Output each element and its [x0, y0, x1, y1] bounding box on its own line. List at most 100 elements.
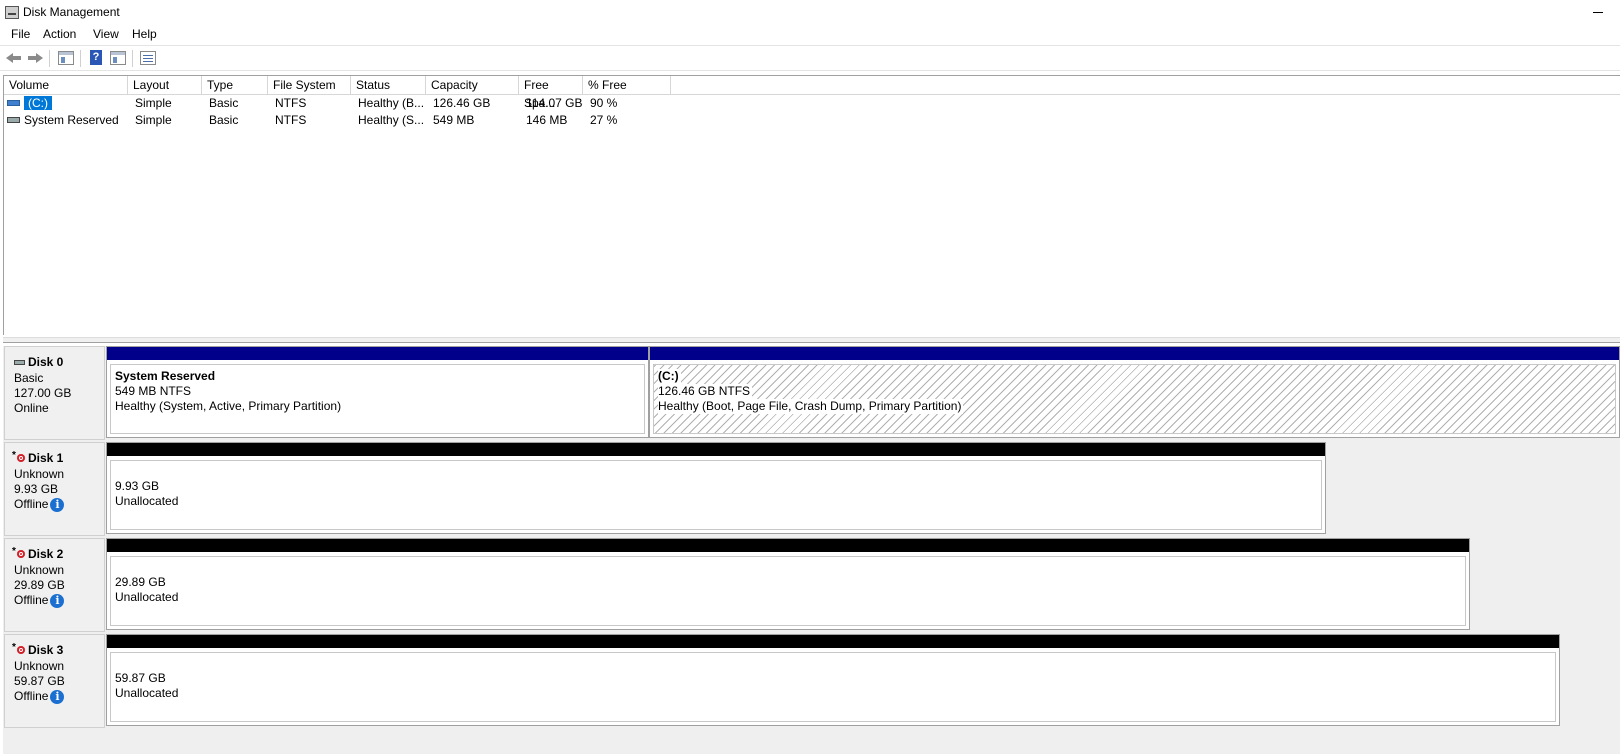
- table-row[interactable]: (C:) Simple Basic NTFS Healthy (B... 126…: [4, 95, 1620, 112]
- type-cell: Basic: [209, 96, 239, 110]
- disk-name: Disk 1: [28, 451, 64, 465]
- column-layout[interactable]: Layout: [128, 76, 202, 94]
- disk-1-row: Disk 1 Unknown 9.93 GB Offlinei 9.93 GB …: [3, 442, 1620, 538]
- unallocated-bar: [107, 635, 1559, 648]
- disk-status: Online: [14, 401, 49, 415]
- disk-size: 59.87 GB: [14, 674, 65, 688]
- info-icon[interactable]: i: [50, 593, 65, 608]
- file-system-cell: NTFS: [275, 96, 307, 110]
- column-status[interactable]: Status: [351, 76, 426, 94]
- properties-list-icon[interactable]: [140, 51, 156, 65]
- disk-icon: [14, 360, 25, 366]
- disk-graphical-view: Disk 0 Basic 127.00 GB Online System Res…: [3, 346, 1620, 754]
- free-space-cell: 146 MB: [526, 113, 568, 127]
- disk-size: 9.93 GB: [14, 482, 59, 496]
- disk-2-label[interactable]: Disk 2 Unknown 29.89 GB Offlinei: [4, 538, 105, 632]
- disk-management-app-icon: [5, 6, 19, 19]
- forward-arrow-icon[interactable]: [26, 50, 44, 66]
- menu-action[interactable]: Action: [40, 27, 79, 41]
- partition-status: Healthy (Boot, Page File, Crash Dump, Pr…: [658, 399, 964, 414]
- offline-disk-icon: [12, 546, 26, 559]
- disk-type: Basic: [14, 371, 44, 385]
- volume-name[interactable]: (C:): [24, 96, 52, 110]
- menu-bar: File Action View Help: [0, 24, 1620, 45]
- offline-disk-icon: [12, 642, 26, 655]
- disk-name: Disk 3: [28, 643, 64, 657]
- column-volume[interactable]: Volume: [4, 76, 128, 94]
- capacity-cell: 126.46 GB: [433, 96, 491, 110]
- menu-file[interactable]: File: [8, 27, 33, 41]
- disk-2-row: Disk 2 Unknown 29.89 GB Offlinei 29.89 G…: [3, 538, 1620, 634]
- info-icon[interactable]: i: [50, 497, 65, 512]
- primary-partition-bar: [107, 347, 648, 360]
- pane-splitter[interactable]: [3, 337, 1620, 343]
- partition-size: 126.46 GB NTFS: [658, 384, 753, 399]
- unallocated-space[interactable]: 59.87 GB Unallocated: [106, 634, 1560, 726]
- window-title: Disk Management: [23, 5, 120, 19]
- menu-view[interactable]: View: [90, 27, 122, 41]
- info-icon[interactable]: i: [50, 689, 65, 704]
- primary-partition-bar: [650, 347, 1619, 360]
- disk-name: Disk 2: [28, 547, 64, 561]
- selected-partition-hatch: (C:) 126.46 GB NTFS Healthy (Boot, Page …: [653, 364, 1616, 434]
- show-hide-action-pane-icon[interactable]: [110, 51, 126, 65]
- partition-status: Healthy (System, Active, Primary Partiti…: [115, 399, 342, 413]
- disk-size: 127.00 GB: [14, 386, 72, 400]
- unallocated-space[interactable]: 9.93 GB Unallocated: [106, 442, 1326, 534]
- disk-type: Unknown: [14, 659, 65, 673]
- type-cell: Basic: [209, 113, 239, 127]
- disk-0-row: Disk 0 Basic 127.00 GB Online System Res…: [3, 346, 1620, 442]
- layout-cell: Simple: [135, 96, 172, 110]
- disk-status: Offline: [14, 497, 49, 511]
- toolbar-separator: [49, 50, 50, 67]
- unallocated-bar: [107, 443, 1325, 456]
- unallocated-label: Unallocated: [115, 686, 179, 700]
- column-free-space[interactable]: Free Spa...: [519, 76, 583, 110]
- toolbar-separator: [80, 50, 81, 67]
- status-cell: Healthy (S...: [358, 113, 425, 127]
- show-hide-console-tree-icon[interactable]: [58, 51, 74, 65]
- disk-type: Unknown: [14, 563, 65, 577]
- column-type[interactable]: Type: [202, 76, 268, 94]
- partition-title: (C:): [658, 369, 681, 384]
- title-bar: Disk Management: [0, 0, 1620, 24]
- partition-c-drive[interactable]: (C:) 126.46 GB NTFS Healthy (Boot, Page …: [649, 346, 1620, 438]
- file-system-cell: NTFS: [275, 113, 307, 127]
- unallocated-bar: [107, 539, 1469, 552]
- toolbar-separator: [132, 50, 133, 67]
- disk-name: Disk 0: [28, 355, 64, 369]
- partition-title: System Reserved: [115, 369, 216, 383]
- menu-help[interactable]: Help: [129, 27, 160, 41]
- column-file-system[interactable]: File System: [268, 76, 351, 94]
- minimize-button[interactable]: [1588, 3, 1608, 19]
- partition-size: 549 MB NTFS: [115, 384, 192, 398]
- disk-status: Offline: [14, 593, 49, 607]
- unallocated-size: 9.93 GB: [115, 479, 160, 493]
- help-icon[interactable]: ?: [90, 50, 102, 65]
- unallocated-size: 59.87 GB: [115, 671, 166, 685]
- unallocated-space[interactable]: 29.89 GB Unallocated: [106, 538, 1470, 630]
- back-arrow-icon[interactable]: [5, 50, 23, 66]
- column-capacity[interactable]: Capacity: [426, 76, 519, 94]
- volume-name[interactable]: System Reserved: [19, 112, 128, 129]
- volume-list: Volume Layout Type File System Status Ca…: [3, 75, 1620, 335]
- layout-cell: Simple: [135, 113, 172, 127]
- toolbar: ?: [0, 45, 1620, 71]
- disk-0-label[interactable]: Disk 0 Basic 127.00 GB Online: [4, 346, 105, 440]
- table-row[interactable]: System Reserved Simple Basic NTFS Health…: [4, 112, 1620, 129]
- disk-type: Unknown: [14, 467, 65, 481]
- unallocated-label: Unallocated: [115, 590, 179, 604]
- status-cell: Healthy (B...: [358, 96, 425, 110]
- capacity-cell: 549 MB: [433, 113, 475, 127]
- column-percent-free[interactable]: % Free: [583, 76, 671, 94]
- disk-3-label[interactable]: Disk 3 Unknown 59.87 GB Offlinei: [4, 634, 105, 728]
- disk-status: Offline: [14, 689, 49, 703]
- unallocated-label: Unallocated: [115, 494, 179, 508]
- volume-list-header: Volume Layout Type File System Status Ca…: [4, 76, 1620, 110]
- disk-size: 29.89 GB: [14, 578, 65, 592]
- disk-3-row: Disk 3 Unknown 59.87 GB Offlinei 59.87 G…: [3, 634, 1620, 730]
- offline-disk-icon: [12, 450, 26, 463]
- disk-1-label[interactable]: Disk 1 Unknown 9.93 GB Offlinei: [4, 442, 105, 536]
- partition-system-reserved[interactable]: System Reserved 549 MB NTFS Healthy (Sys…: [106, 346, 649, 438]
- free-space-cell: 114.07 GB: [526, 96, 583, 110]
